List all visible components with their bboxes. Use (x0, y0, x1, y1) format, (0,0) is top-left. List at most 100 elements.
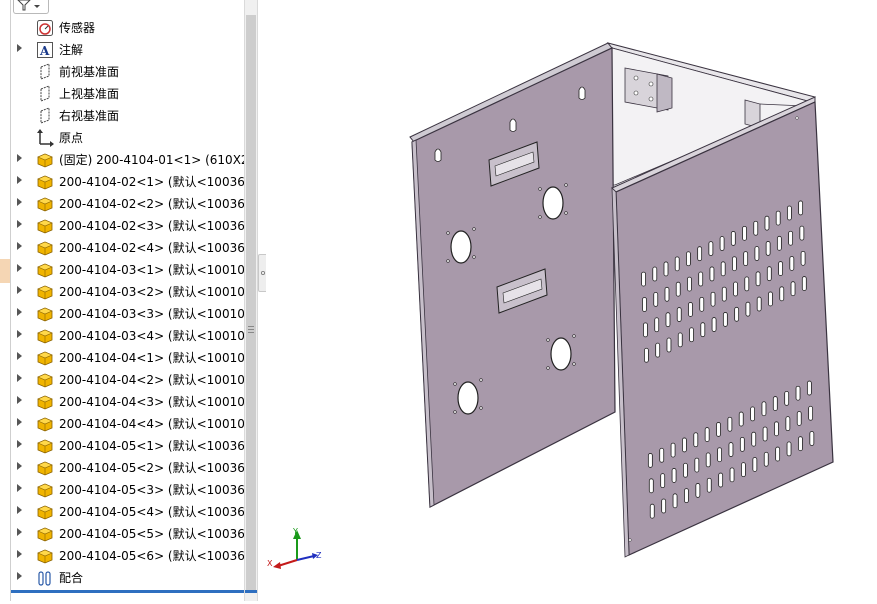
expand-arrow-icon[interactable] (17, 462, 22, 470)
part-icon (36, 525, 54, 543)
expand-arrow-icon[interactable] (17, 264, 22, 272)
tree-item-label: 200-4104-03<1> (默认<100108 (59, 263, 245, 277)
tree-item[interactable]: 200-4104-04<4> (默认<100108 (11, 413, 245, 435)
tree-item[interactable]: 上视基准面 (11, 83, 245, 105)
tree-item-label: 200-4104-02<3> (默认<100360 (59, 219, 245, 233)
part-icon (36, 481, 54, 499)
annotation-icon: A (36, 41, 54, 59)
tree-item[interactable]: 配合 (11, 567, 245, 589)
expand-arrow-icon[interactable] (17, 220, 22, 228)
tree-item[interactable]: 200-4104-05<2> (默认<100360 (11, 457, 245, 479)
expand-arrow-icon[interactable] (17, 286, 22, 294)
mates-icon (36, 569, 54, 587)
tree-item[interactable]: 200-4104-02<3> (默认<100360 (11, 215, 245, 237)
tree-item[interactable]: (固定) 200-4104-01<1> (610X20 (11, 149, 245, 171)
scrollbar-thumb[interactable] (246, 15, 256, 591)
expand-arrow-icon[interactable] (17, 154, 22, 162)
expand-arrow-icon[interactable] (17, 198, 22, 206)
tree-item-label: 200-4104-05<3> (默认<100360 (59, 483, 245, 497)
tree-item[interactable]: 前视基准面 (11, 61, 245, 83)
expand-arrow-icon[interactable] (17, 330, 22, 338)
part-icon (36, 415, 54, 433)
tree-item-label: 200-4104-05<1> (默认<100360 (59, 439, 245, 453)
part-icon (36, 195, 54, 213)
expand-arrow-icon[interactable] (17, 550, 22, 558)
expand-arrow-icon[interactable] (17, 440, 22, 448)
tree-item-label: 200-4104-03<2> (默认<100108 (59, 285, 245, 299)
part-icon (36, 437, 54, 455)
tree-item-label: 200-4104-04<4> (默认<100108 (59, 417, 245, 431)
expand-arrow-icon[interactable] (17, 396, 22, 404)
tree-item[interactable]: 200-4104-03<3> (默认<100108 (11, 303, 245, 325)
tree-scrollbar[interactable] (244, 0, 258, 601)
tree-item-label: 200-4104-03<4> (默认<100108 (59, 329, 245, 343)
left-edge-strip (0, 0, 10, 601)
tree-item[interactable]: 200-4104-05<1> (默认<100360 (11, 435, 245, 457)
tree-item[interactable]: 200-4104-04<2> (默认<100108 (11, 369, 245, 391)
tree-item-label: 200-4104-02<1> (默认<100360 (59, 175, 245, 189)
expand-arrow-icon[interactable] (17, 572, 22, 580)
triad-z-label: Z (316, 551, 322, 560)
tree-item[interactable]: 200-4104-05<5> (默认<100360 (11, 523, 245, 545)
tree-item[interactable]: 200-4104-05<4> (默认<100360 (11, 501, 245, 523)
tree-item-label: 传感器 (59, 21, 96, 35)
tree-item[interactable]: 200-4104-03<1> (默认<100108 (11, 259, 245, 281)
tree-item[interactable]: 200-4104-02<4> (默认<100360 (11, 237, 245, 259)
tree-item-label: 200-4104-05<4> (默认<100360 (59, 505, 245, 519)
tree-item-label: 200-4104-04<1> (默认<100108 (59, 351, 245, 365)
tree-item-label: 200-4104-02<4> (默认<100360 (59, 241, 245, 255)
feature-manager-tree: 传感器 A 注解前视基准面上视基准面右视基准面原点 (固定) 200-4104-01<… (10, 0, 245, 601)
tree-item-label: 前视基准面 (59, 65, 120, 79)
tree-item-label: 注解 (59, 43, 84, 57)
tree-item[interactable]: A 注解 (11, 39, 245, 61)
graphics-area[interactable]: Y X Z (266, 0, 877, 601)
plane-icon (36, 85, 54, 103)
tree-item[interactable]: 200-4104-03<2> (默认<100108 (11, 281, 245, 303)
expand-arrow-icon[interactable] (17, 44, 22, 52)
tree-item-label: 原点 (59, 131, 84, 145)
expand-arrow-icon[interactable] (17, 176, 22, 184)
tree-item[interactable]: 200-4104-05<6> (默认<100360 (11, 545, 245, 567)
part-icon (36, 151, 54, 169)
expand-arrow-icon[interactable] (17, 528, 22, 536)
tree-item[interactable]: 200-4104-04<3> (默认<100108 (11, 391, 245, 413)
part-icon (36, 459, 54, 477)
tree-item[interactable]: 传感器 (11, 17, 245, 39)
expand-arrow-icon[interactable] (17, 352, 22, 360)
filter-button[interactable] (13, 0, 49, 14)
tree-item[interactable]: 200-4104-04<1> (默认<100108 (11, 347, 245, 369)
tree-item[interactable]: 200-4104-03<4> (默认<100108 (11, 325, 245, 347)
part-icon (36, 349, 54, 367)
tree-item[interactable]: 原点 (11, 127, 245, 149)
funnel-icon (17, 0, 40, 11)
sensor-icon (36, 19, 54, 37)
view-triad: Y X Z (267, 527, 322, 569)
part-icon (36, 547, 54, 565)
tree-item[interactable]: 200-4104-02<1> (默认<100360 (11, 171, 245, 193)
svg-text:A: A (39, 44, 50, 58)
part-icon (36, 371, 54, 389)
tree-item[interactable]: 200-4104-05<3> (默认<100360 (11, 479, 245, 501)
expand-arrow-icon[interactable] (17, 506, 22, 514)
enclosure-model[interactable]: Y X Z (266, 0, 877, 601)
tree-item-label: 配合 (59, 571, 84, 585)
tree-item-label: 200-4104-05<2> (默认<100360 (59, 461, 245, 475)
plane-icon (36, 107, 54, 125)
triad-x-label: X (267, 559, 273, 568)
expand-arrow-icon[interactable] (17, 308, 22, 316)
selection-marker (0, 259, 10, 283)
part-icon (36, 261, 54, 279)
tree-item-label: 200-4104-05<6> (默认<100360 (59, 549, 245, 563)
part-icon (36, 217, 54, 235)
tree-item[interactable]: 右视基准面 (11, 105, 245, 127)
tree-item-label: 右视基准面 (59, 109, 120, 123)
expand-arrow-icon[interactable] (17, 418, 22, 426)
expand-arrow-icon[interactable] (17, 484, 22, 492)
origin-icon (36, 129, 54, 147)
part-icon (36, 305, 54, 323)
tree-item[interactable]: 200-4104-02<2> (默认<100360 (11, 193, 245, 215)
tree-item-label: 200-4104-05<5> (默认<100360 (59, 527, 245, 541)
part-icon (36, 283, 54, 301)
expand-arrow-icon[interactable] (17, 242, 22, 250)
expand-arrow-icon[interactable] (17, 374, 22, 382)
